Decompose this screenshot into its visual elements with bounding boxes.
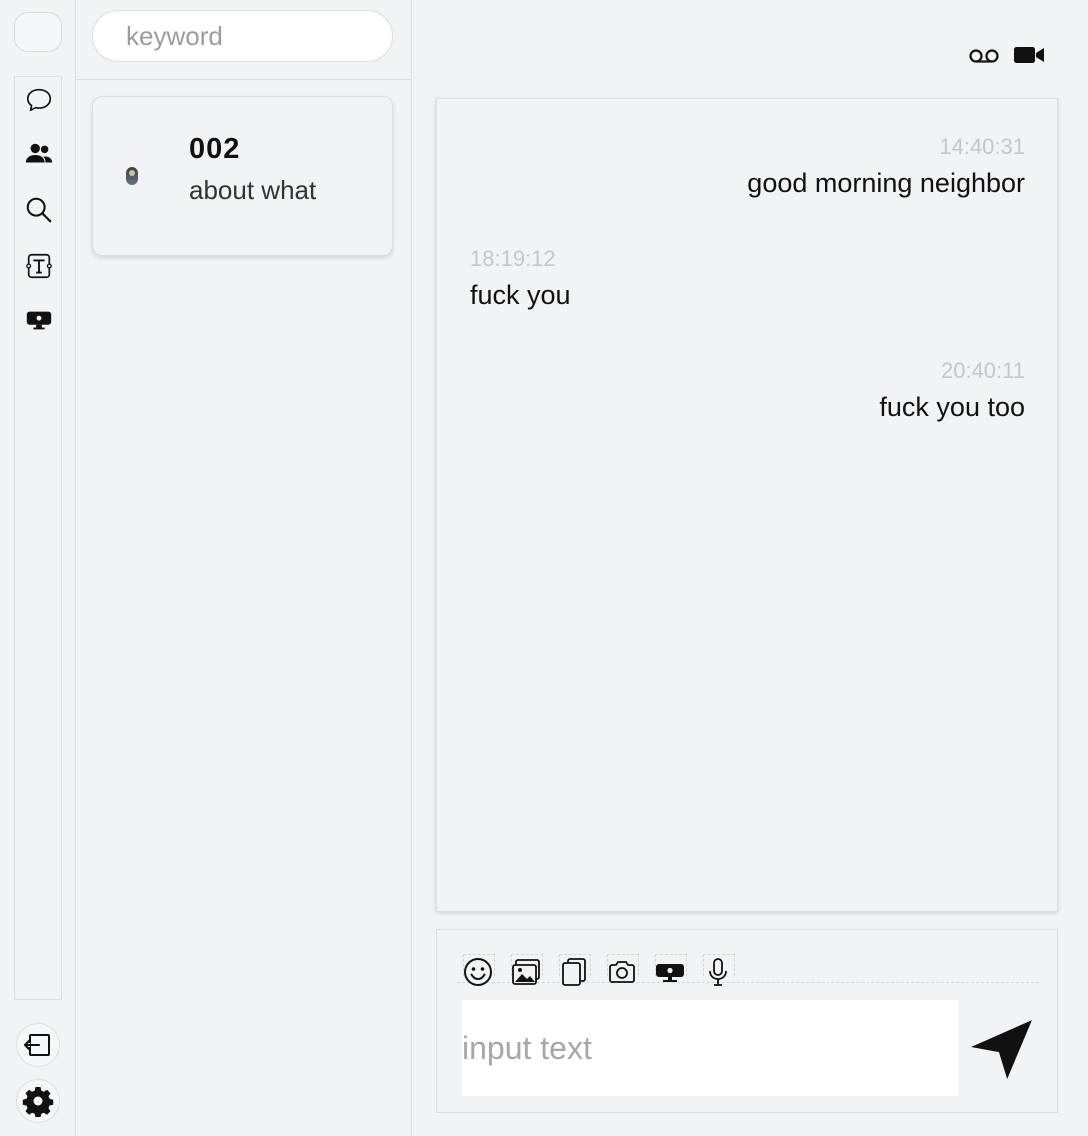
message-list: 14:40:31 good morning neighbor 18:19:12 … <box>436 98 1058 912</box>
conversation-preview: about what <box>189 175 317 205</box>
message-time: 20:40:11 <box>940 358 1025 383</box>
image-icon[interactable] <box>510 956 542 988</box>
user-avatar[interactable] <box>14 12 62 52</box>
gear-icon <box>22 1087 54 1117</box>
search-icon[interactable] <box>24 195 54 225</box>
settings-button[interactable] <box>16 1079 60 1123</box>
logout-button[interactable] <box>16 1023 60 1067</box>
screen-share-icon[interactable] <box>654 956 686 988</box>
message-item: 20:40:11 fuck you too <box>470 357 1025 425</box>
send-icon <box>971 1020 1032 1079</box>
voicemail-icon <box>969 49 999 63</box>
text-format-icon[interactable] <box>24 251 54 281</box>
message-text: fuck you <box>470 280 571 310</box>
message-time: 18:19:12 <box>470 246 556 271</box>
file-icon[interactable] <box>558 956 590 988</box>
contacts-icon[interactable] <box>24 139 54 169</box>
conversation-list-panel: 002 about what <box>76 0 412 1136</box>
message-item: 14:40:31 good morning neighbor <box>470 133 1025 201</box>
sidebar-rail <box>0 0 76 1136</box>
message-text: fuck you too <box>879 392 1025 422</box>
camera-icon[interactable] <box>606 956 638 988</box>
voicemail-button[interactable] <box>967 38 1001 72</box>
logout-icon <box>24 1034 50 1056</box>
avatar <box>126 167 138 185</box>
chat-app: 002 about what 14:40:31 good morning nei… <box>0 0 1088 1136</box>
chat-bubble-icon[interactable] <box>24 85 54 115</box>
message-time: 14:40:31 <box>939 134 1025 159</box>
composer-divider <box>457 982 1039 983</box>
message-input[interactable] <box>462 1000 959 1096</box>
send-button[interactable] <box>967 1014 1035 1082</box>
video-camera-icon <box>1014 47 1044 63</box>
microphone-icon[interactable] <box>702 956 734 988</box>
sidebar-nav <box>14 76 62 1000</box>
message-composer <box>436 929 1058 1113</box>
video-call-button[interactable] <box>1012 38 1046 72</box>
emoji-icon[interactable] <box>462 956 494 988</box>
conversation-name: 002 <box>189 133 241 165</box>
message-text: good morning neighbor <box>747 168 1025 198</box>
conversation-item[interactable]: 002 about what <box>92 96 393 256</box>
list-header <box>76 0 411 80</box>
search-input[interactable] <box>92 10 393 62</box>
screen-share-icon[interactable] <box>24 305 54 335</box>
message-item: 18:19:12 fuck you <box>470 245 1025 313</box>
composer-toolbar <box>437 930 1057 1002</box>
